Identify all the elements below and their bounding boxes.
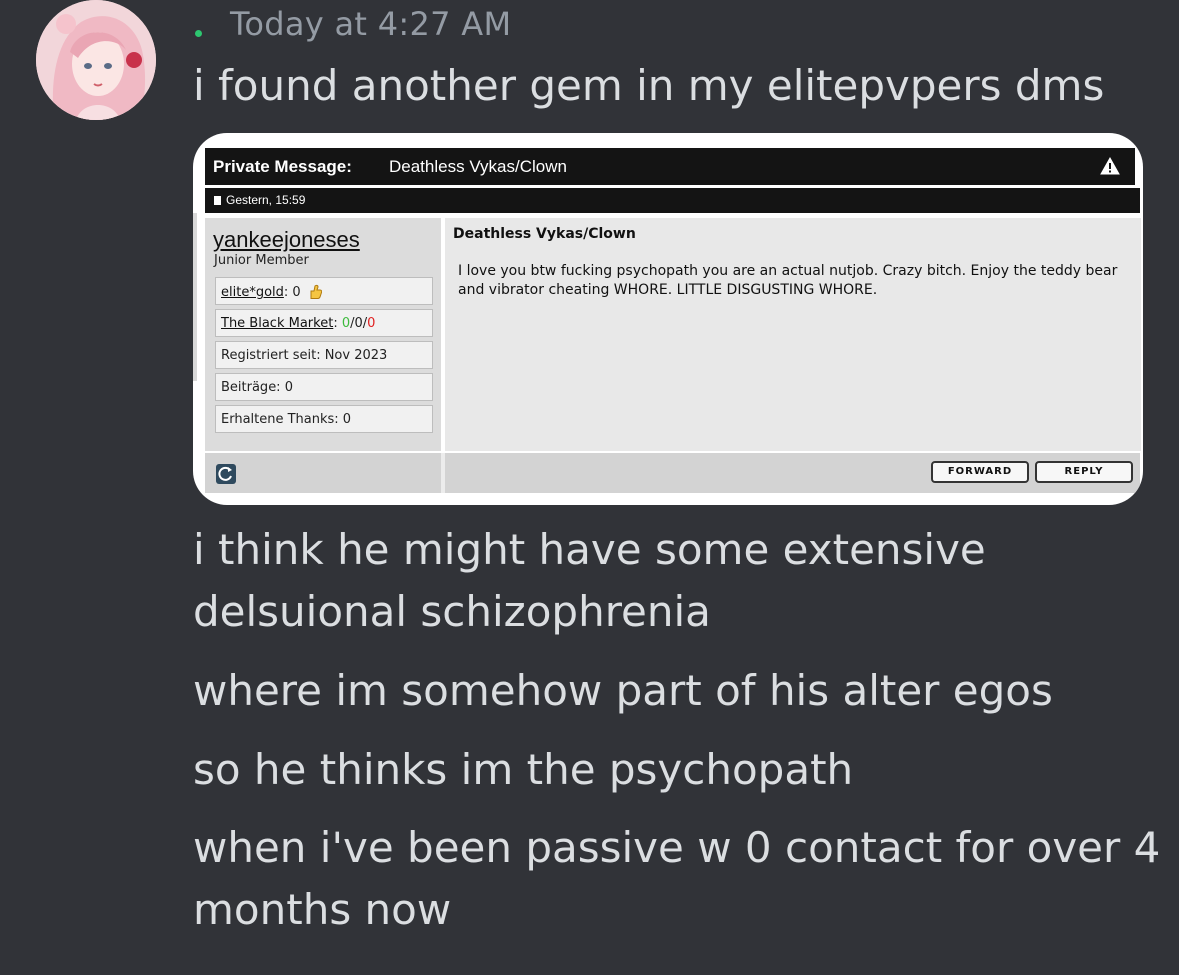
message-text: when i've been passive w 0 contact for o… bbox=[193, 823, 1161, 872]
pm-header: Private Message: Deathless Vykas/Clown bbox=[205, 148, 1135, 185]
sender-username[interactable]: yankeejoneses bbox=[213, 227, 360, 253]
side-edge bbox=[193, 213, 197, 381]
avatar-image bbox=[36, 0, 156, 120]
sender-rank: Junior Member bbox=[214, 253, 309, 268]
message-panel: Deathless Vykas/Clown I love you btw fuc… bbox=[445, 218, 1141, 451]
message-text: i think he might have some extensive bbox=[193, 525, 986, 574]
reply-button[interactable]: REPLY bbox=[1035, 461, 1133, 483]
message-text: where im somehow part of his alter egos bbox=[193, 666, 1053, 715]
thumb-up-icon bbox=[310, 284, 322, 299]
message-body: I love you btw fucking psychopath you ar… bbox=[458, 263, 1118, 298]
bm-neutral: 0 bbox=[354, 316, 363, 331]
post-icon bbox=[214, 196, 221, 205]
pm-date: Gestern, 15:59 bbox=[226, 193, 306, 207]
user-avatar[interactable] bbox=[36, 0, 156, 120]
message-text: delsuional schizophrenia bbox=[193, 587, 711, 636]
footer-divider bbox=[441, 453, 445, 493]
report-warning-icon[interactable] bbox=[1099, 155, 1121, 177]
black-market-link[interactable]: The Black Market bbox=[221, 316, 333, 331]
elite-gold-value: 0 bbox=[292, 285, 301, 300]
forward-button[interactable]: FORWARD bbox=[931, 461, 1029, 483]
message-title: Deathless Vykas/Clown bbox=[453, 226, 636, 242]
status-dot bbox=[195, 30, 202, 37]
elite-gold-box: elite*gold: 0 bbox=[215, 277, 433, 305]
pm-header-label: Private Message: bbox=[213, 157, 352, 176]
embedded-screenshot[interactable]: Private Message: Deathless Vykas/Clown G… bbox=[193, 133, 1143, 505]
registered-box: Registriert seit: Nov 2023 bbox=[215, 341, 433, 369]
elite-gold-link[interactable]: elite*gold bbox=[221, 285, 284, 300]
bm-negative: 0 bbox=[367, 316, 376, 331]
pm-footer: FORWARD REPLY bbox=[205, 453, 1140, 493]
black-market-box: The Black Market: 0/0/0 bbox=[215, 309, 433, 337]
bm-positive: 0 bbox=[341, 316, 351, 331]
message-timestamp: Today at 4:27 AM bbox=[230, 5, 512, 43]
sender-panel: yankeejoneses Junior Member elite*gold: … bbox=[205, 218, 441, 451]
pm-date-bar: Gestern, 15:59 bbox=[205, 188, 1140, 213]
thanks-box: Erhaltene Thanks: 0 bbox=[215, 405, 433, 433]
message-text: so he thinks im the psychopath bbox=[193, 745, 854, 794]
pm-subject: Deathless Vykas/Clown bbox=[389, 157, 567, 176]
refresh-icon[interactable] bbox=[216, 464, 236, 484]
posts-box: Beiträge: 0 bbox=[215, 373, 433, 401]
message-text: months now bbox=[193, 885, 452, 934]
message-text: i found another gem in my elitepvpers dm… bbox=[193, 61, 1105, 110]
